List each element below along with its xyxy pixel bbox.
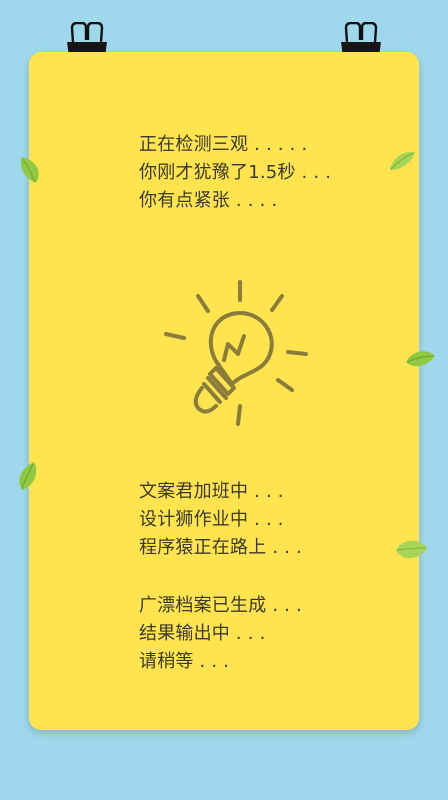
- progress-line: 程序猿正在路上 . . .: [139, 537, 302, 558]
- result-line: 广漂档案已生成 . . .: [139, 595, 302, 616]
- lightbulb-icon: [164, 280, 308, 426]
- result-line: 请稍等 . . .: [139, 651, 230, 672]
- progress-line: 设计狮作业中 . . .: [139, 509, 284, 530]
- progress-block: 文案君加班中 . . . 设计狮作业中 . . . 程序猿正在路上 . . .: [139, 478, 302, 562]
- leaf-icon: [406, 351, 435, 367]
- result-line: 结果输出中 . . .: [139, 623, 266, 644]
- leaf-icon: [19, 462, 37, 490]
- status-line: 你有点紧张 . . . .: [139, 190, 278, 211]
- leaf-icon: [20, 157, 39, 183]
- status-line: 正在检测三观 . . . . .: [139, 134, 308, 155]
- result-block: 广漂档案已生成 . . . 结果输出中 . . . 请稍等 . . .: [139, 592, 302, 676]
- leaf-icon: [390, 151, 415, 170]
- detection-status-block: 正在检测三观 . . . . . 你刚才犹豫了1.5秒 . . . 你有点紧张 …: [139, 131, 331, 215]
- status-line: 你刚才犹豫了1.5秒 . . .: [139, 162, 332, 183]
- progress-line: 文案君加班中 . . .: [139, 481, 284, 502]
- leaf-icon: [396, 540, 427, 559]
